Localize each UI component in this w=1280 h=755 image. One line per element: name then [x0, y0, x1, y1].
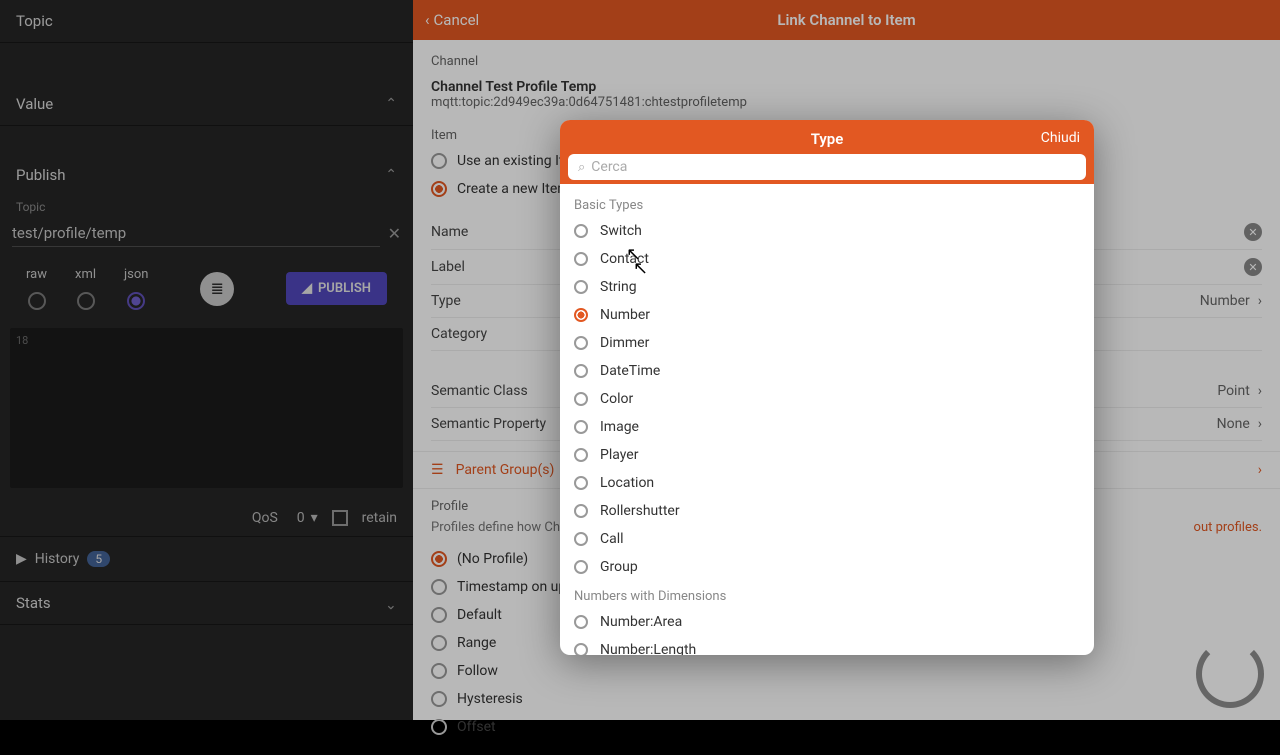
play-icon: ▶	[16, 551, 27, 567]
search-icon: ⌕	[578, 160, 585, 175]
channel-name: Channel Test Profile Temp	[431, 79, 1262, 95]
page-navbar: ‹ Cancel Link Channel to Item	[413, 0, 1280, 40]
close-icon[interactable]: ✕	[1244, 223, 1262, 241]
profile-option[interactable]: Offset	[431, 713, 1262, 741]
history-count-badge: 5	[87, 551, 110, 567]
type-option[interactable]: Image	[560, 413, 1094, 441]
send-icon: ◢	[302, 281, 312, 296]
chevron-down-icon: ⌃	[385, 595, 397, 611]
chevron-right-icon: ›	[1258, 462, 1262, 478]
topic-field-label: Topic	[0, 196, 413, 214]
clear-topic-icon[interactable]: ✕	[388, 224, 401, 243]
format-xml[interactable]: xml	[75, 267, 96, 310]
dimensions-label: Numbers with Dimensions	[560, 581, 1094, 608]
history-section[interactable]: ▶ History 5	[0, 537, 413, 582]
publish-button[interactable]: ◢ PUBLISH	[286, 272, 387, 305]
qos-select[interactable]: QoS 0 ▾	[252, 510, 318, 526]
type-option[interactable]: Call	[560, 525, 1094, 553]
type-search-input[interactable]	[591, 159, 1076, 175]
topic-input[interactable]	[12, 220, 380, 247]
type-option[interactable]: Dimmer	[560, 329, 1094, 357]
type-option[interactable]: Rollershutter	[560, 497, 1094, 525]
type-option[interactable]: Location	[560, 469, 1094, 497]
close-icon[interactable]: ✕	[1244, 258, 1262, 276]
channel-id: mqtt:topic:2d949ec39a:0d64751481:chtestp…	[431, 95, 1262, 110]
channel-label: Channel	[431, 54, 1262, 69]
type-option[interactable]: Color	[560, 385, 1094, 413]
type-option[interactable]: Switch	[560, 217, 1094, 245]
modal-close-button[interactable]: Chiudi	[1041, 130, 1080, 146]
format-raw[interactable]: raw	[26, 267, 47, 310]
type-option[interactable]: Number:Length	[560, 636, 1094, 655]
chevron-right-icon: ›	[1258, 416, 1262, 432]
publish-section-header[interactable]: Publish ⌃	[0, 154, 413, 196]
cancel-button[interactable]: ‹ Cancel	[425, 11, 479, 29]
topic-section-header[interactable]: Topic	[0, 0, 413, 42]
type-option[interactable]: Number:Area	[560, 608, 1094, 636]
page-title: Link Channel to Item	[777, 11, 915, 29]
profile-option[interactable]: Hysteresis	[431, 685, 1262, 713]
chevron-right-icon: ›	[1258, 383, 1262, 399]
modal-title: Type	[560, 120, 1094, 154]
stats-section-header[interactable]: Stats ⌃	[0, 582, 413, 624]
chevron-up-icon: ⌃	[385, 167, 397, 183]
type-option[interactable]: DateTime	[560, 357, 1094, 385]
chevron-down-icon: ▾	[311, 510, 318, 526]
format-json[interactable]: json	[124, 267, 148, 310]
retain-checkbox[interactable]	[332, 510, 348, 526]
format-icon[interactable]: ≣	[200, 272, 234, 306]
openhab-logo-icon	[1196, 640, 1264, 708]
retain-label: retain	[362, 510, 397, 526]
type-list[interactable]: Basic Types SwitchContactStringNumberDim…	[560, 184, 1094, 655]
chevron-up-icon: ⌃	[385, 96, 397, 112]
type-option[interactable]: Group	[560, 553, 1094, 581]
type-search-field[interactable]: ⌕	[568, 154, 1086, 180]
profile-option[interactable]: Follow	[431, 657, 1262, 685]
type-option[interactable]: String	[560, 273, 1094, 301]
type-picker-modal: Type Chiudi ⌕ Basic Types SwitchContactS…	[560, 120, 1094, 655]
list-icon: ☰	[431, 462, 444, 478]
chevron-left-icon: ‹	[425, 11, 430, 29]
value-section-header[interactable]: Value ⌃	[0, 83, 413, 125]
payload-editor[interactable]: 18	[10, 328, 403, 488]
type-option[interactable]: Number	[560, 301, 1094, 329]
type-option[interactable]: Contact	[560, 245, 1094, 273]
editor-line-number: 18	[16, 334, 28, 347]
basic-types-label: Basic Types	[560, 190, 1094, 217]
chevron-right-icon: ›	[1258, 293, 1262, 309]
type-option[interactable]: Player	[560, 441, 1094, 469]
mqtt-side-panel: Topic Value ⌃ Publish ⌃ Topic ✕ raw xml …	[0, 0, 413, 720]
